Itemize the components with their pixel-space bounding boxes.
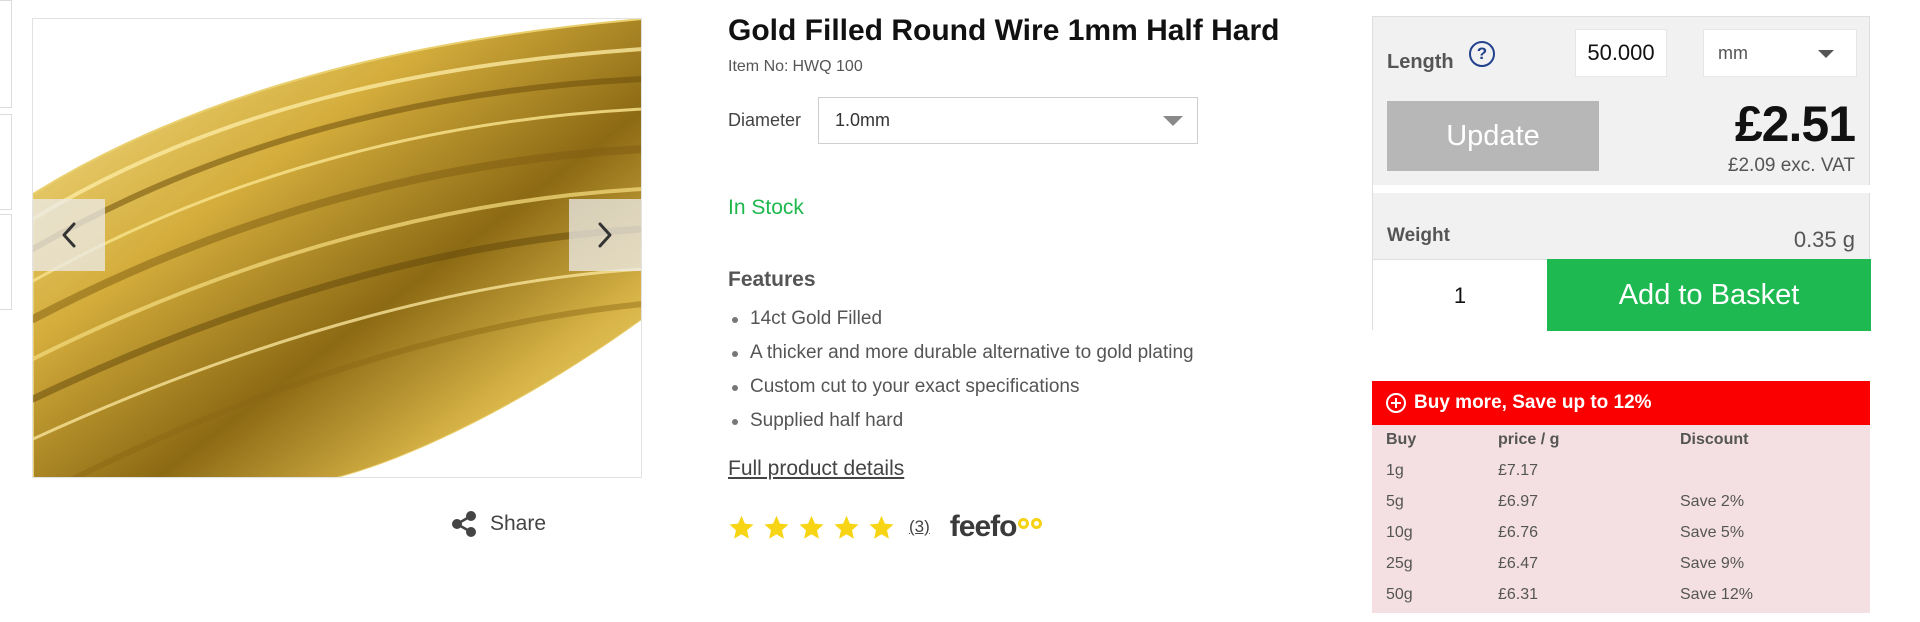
quantity-input[interactable]: 1 (1373, 259, 1547, 331)
discount-cell: Save 9% (1680, 554, 1745, 572)
feefo-wordmark: feefo (949, 510, 1018, 543)
plus-circle-icon (1386, 393, 1406, 413)
price: £2.51 (1734, 96, 1856, 152)
star-icon (799, 515, 824, 539)
diameter-label: Diameter (728, 110, 802, 130)
full-product-details-link[interactable]: Full product details (728, 457, 904, 481)
length-label: Length (1387, 51, 1454, 73)
review-count-link[interactable]: (3) (909, 517, 930, 537)
column-header: Buy (1386, 431, 1417, 448)
discount-cell: Save 12% (1680, 585, 1753, 603)
discount-heading: Buy more, Save up to 12% (1414, 392, 1652, 413)
update-button[interactable]: Update (1387, 101, 1599, 171)
product-title: Gold Filled Round Wire 1mm Half Hard (728, 14, 1280, 47)
share-label: Share (490, 512, 547, 535)
feature-item: Custom cut to your exact specifications (728, 374, 1194, 408)
price-cell: £6.97 (1498, 492, 1539, 510)
discount-cell: Save 5% (1680, 523, 1745, 541)
share-icon (452, 511, 476, 537)
length-input[interactable]: 50.000 (1575, 29, 1667, 77)
chevron-down-icon (1818, 50, 1834, 58)
thumbnail-3[interactable] (0, 214, 12, 310)
thumbnail-2[interactable] (0, 114, 12, 210)
product-image (32, 18, 642, 478)
star-icon (869, 515, 894, 539)
discount-header: Buy more, Save up to 12% (1372, 381, 1870, 425)
table-header-row: Buy price / g Discount (1372, 425, 1870, 455)
unit-select[interactable]: mm (1703, 29, 1857, 77)
chevron-down-icon (1163, 116, 1183, 126)
thumbnail-1[interactable] (0, 0, 12, 108)
item-number-value: HWQ 100 (792, 58, 863, 75)
column-header: price / g (1498, 431, 1560, 448)
chevron-right-icon (598, 222, 612, 248)
features-list: 14ct Gold Filled A thicker and more dura… (728, 306, 1194, 442)
price-cell: £6.76 (1498, 523, 1539, 541)
diameter-select[interactable]: 1.0mm (818, 97, 1198, 144)
buy-cell: 10g (1386, 523, 1413, 541)
feature-item: 14ct Gold Filled (728, 306, 1194, 340)
price-cell: £7.17 (1498, 461, 1539, 479)
feefo-logo[interactable]: feefo (950, 510, 1043, 544)
price-ex-vat: £2.09 exc. VAT (1727, 155, 1855, 176)
add-to-basket-button[interactable]: Add to Basket (1547, 259, 1871, 331)
feefo-eyes-icon (1018, 518, 1043, 529)
chevron-left-icon (62, 222, 76, 248)
stock-status: In Stock (728, 196, 804, 219)
star-icon (729, 515, 754, 539)
features-heading: Features (728, 268, 816, 291)
buy-cell: 50g (1386, 585, 1413, 603)
weight-label: Weight (1387, 225, 1450, 246)
rating: (3) feefo (728, 510, 1043, 544)
unit-value: mm (1718, 42, 1748, 63)
feature-item: Supplied half hard (728, 408, 1194, 442)
bulk-discount-table: Buy more, Save up to 12% Buy price / g D… (1372, 381, 1870, 613)
buy-cell: 1g (1386, 461, 1404, 479)
share-button[interactable]: Share (450, 510, 546, 538)
discount-cell: Save 2% (1680, 492, 1745, 510)
column-header: Discount (1680, 431, 1749, 448)
price-cell: £6.47 (1498, 554, 1539, 572)
weight-value: 0.35 g (1793, 227, 1855, 252)
buy-cell: 25g (1386, 554, 1413, 572)
table-row: 5g £6.97 Save 2% (1372, 486, 1870, 517)
star-icon (834, 515, 859, 539)
table-row: 25g £6.47 Save 9% (1372, 548, 1870, 579)
buy-cell: 5g (1386, 492, 1404, 510)
price-cell: £6.31 (1498, 585, 1539, 603)
star-rating[interactable] (728, 514, 895, 541)
diameter-value: 1.0mm (835, 110, 891, 130)
next-image-button[interactable] (569, 199, 641, 271)
table-row: 50g £6.31 Save 12% (1372, 579, 1870, 610)
table-row: 1g £7.17 (1372, 455, 1870, 486)
purchase-panel: Length ? 50.000 mm Update £2.51 £2.09 ex… (1372, 16, 1871, 331)
previous-image-button[interactable] (33, 199, 105, 271)
item-number-label: Item No: (728, 58, 789, 75)
help-icon[interactable]: ? (1469, 41, 1495, 67)
item-number: Item No: HWQ 100 (728, 58, 863, 76)
divider (1373, 185, 1871, 193)
star-icon (764, 515, 789, 539)
table-row: 10g £6.76 Save 5% (1372, 517, 1870, 548)
gold-wire-image (33, 19, 641, 477)
feature-item: A thicker and more durable alternative t… (728, 340, 1194, 374)
